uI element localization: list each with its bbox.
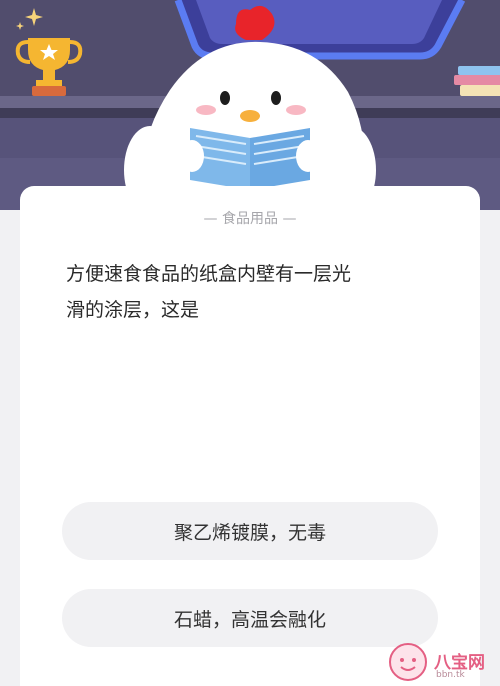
sparkle-icon — [16, 8, 43, 30]
question-line-1: 方便速食食品的纸盒内壁有一层光 — [66, 263, 352, 285]
answer-option-2[interactable]: 石蜡，高温会融化 — [62, 589, 438, 647]
trophy-icon — [15, 38, 83, 96]
answer-option-2-label: 石蜡，高温会融化 — [173, 608, 326, 631]
question-text: 方便速食食品的纸盒内壁有一层光 滑的涂层，这是 — [66, 256, 446, 328]
answer-option-1[interactable]: 聚乙烯镀膜，无毒 — [62, 502, 438, 560]
category-dash-right: — — [282, 211, 297, 227]
header-illustration — [15, 0, 500, 210]
screen-frame — [174, 0, 466, 60]
watermark-url: bbn.tk — [436, 670, 465, 680]
book-stack-icon — [454, 66, 500, 96]
question-line-2: 滑的涂层，这是 — [66, 299, 200, 321]
header-scene — [0, 0, 500, 210]
category-label: — 食品用品 — — [0, 208, 500, 228]
watermark: 八宝网 bbn.tk — [386, 640, 496, 682]
category-dash-left: — — [203, 211, 222, 227]
category-text: 食品用品 — [222, 211, 278, 227]
watermark-face-icon — [389, 643, 427, 681]
answer-option-1-label: 聚乙烯镀膜，无毒 — [173, 521, 326, 544]
